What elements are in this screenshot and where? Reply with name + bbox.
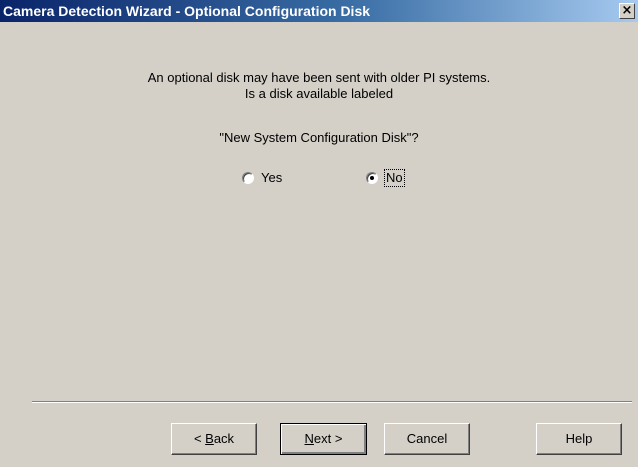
back-button-prefix: < xyxy=(193,431,206,446)
close-button[interactable]: × xyxy=(619,3,635,19)
window-title: Camera Detection Wizard - Optional Confi… xyxy=(3,3,371,19)
radio-selected-dot xyxy=(370,176,374,180)
message-question: "New System Configuration Disk"? xyxy=(219,130,419,145)
message-line-1: An optional disk may have been sent with… xyxy=(147,70,491,85)
radio-yes[interactable]: Yes xyxy=(242,170,302,186)
radio-no-label: No xyxy=(384,169,405,187)
next-button[interactable]: Next > xyxy=(280,423,367,455)
radio-no-circle[interactable] xyxy=(366,172,378,184)
back-button[interactable]: < Back xyxy=(171,423,257,455)
next-button-mnemonic: N xyxy=(304,431,314,446)
radio-yes-circle[interactable] xyxy=(242,172,254,184)
close-icon: × xyxy=(621,3,633,18)
back-button-mnemonic: B xyxy=(205,431,214,446)
radio-no[interactable]: No xyxy=(366,169,426,187)
next-button-rest: ext > xyxy=(313,431,343,446)
help-button[interactable]: Help xyxy=(536,423,622,455)
cancel-button[interactable]: Cancel xyxy=(384,423,470,455)
message-line-2: Is a disk available labeled xyxy=(244,86,394,101)
title-bar: Camera Detection Wizard - Optional Confi… xyxy=(0,0,638,22)
radio-yes-label: Yes xyxy=(261,170,283,185)
help-button-label: Help xyxy=(565,431,593,446)
back-button-rest: ack xyxy=(213,431,235,446)
separator xyxy=(32,401,632,403)
wizard-window: Camera Detection Wizard - Optional Confi… xyxy=(0,0,638,467)
cancel-button-label: Cancel xyxy=(406,431,448,446)
